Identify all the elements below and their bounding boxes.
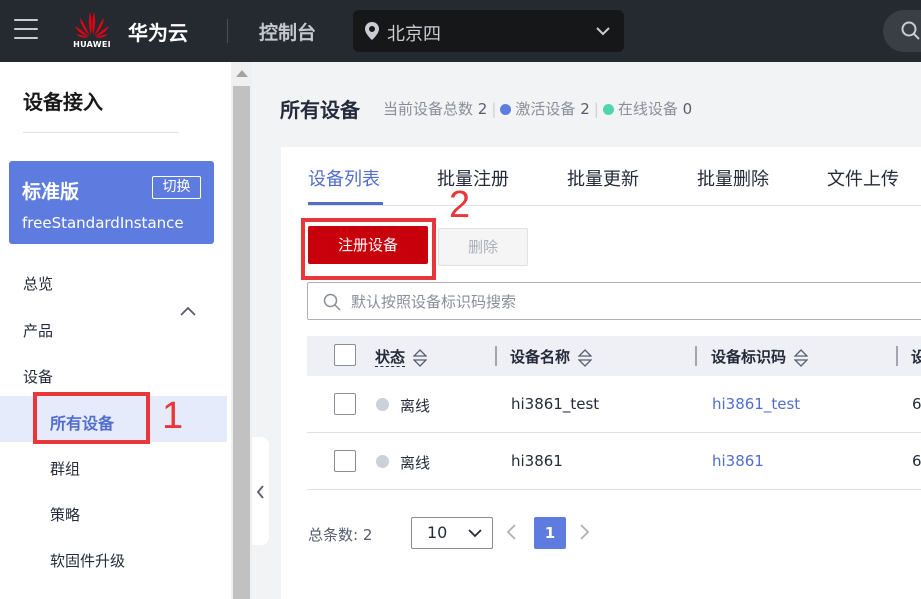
row-checkbox[interactable] [334,450,356,472]
column-device-identifier[interactable]: 设备标识码 [711,346,809,367]
chevron-down-icon [468,529,482,538]
device-stats: 当前设备总数 2 | 激活设备 2 | 在线设备 0 [383,100,693,118]
row-checkbox[interactable] [334,393,356,415]
offline-status-dot-icon [376,398,389,411]
device-partial-cell: 6 [912,452,921,470]
callout-box-all-devices [33,392,150,444]
sidebar-item-firmware-upgrade[interactable]: 软固件升级 [50,550,125,571]
sidebar-item-products[interactable]: 产品 [23,320,53,341]
device-search-box [307,282,921,320]
region-label: 北京四 [387,24,441,45]
sidebar-divider [23,132,179,133]
table-header: 状态 设备名称 设备标识码 设 [307,336,921,376]
chevron-down-icon [596,27,610,36]
device-name: hi3861 [511,452,563,470]
device-identifier-link[interactable]: hi3861 [712,452,764,470]
tab-batch-update[interactable]: 批量更新 [567,165,639,191]
online-dot-icon [602,104,614,115]
device-search-input[interactable] [351,291,911,313]
pagination-total: 总条数: 2 [308,524,372,545]
location-pin-icon [365,22,379,40]
tab-file-upload[interactable]: 文件上传 [827,165,899,191]
brand-name[interactable]: 华为云 [128,17,188,46]
instance-id: freeStandardInstance [22,214,184,232]
column-separator [495,346,497,366]
sidebar-scrollbar[interactable] [231,62,252,599]
device-status: 离线 [400,454,431,472]
instance-card: 标准版 切换 freeStandardInstance [9,161,214,244]
huawei-logo[interactable]: HUAWEI [72,9,112,51]
sidebar-item-devices[interactable]: 设备 [23,366,53,387]
page-size-select[interactable]: 10 [411,517,493,549]
tab-batch-register[interactable]: 批量注册 [437,165,509,191]
instance-edition: 标准版 [22,181,80,203]
device-name: hi3861_test [511,395,600,413]
previous-page-icon[interactable] [505,523,517,541]
stat-active-label: 激活设备 [515,100,576,118]
sidebar-item-overview[interactable]: 总览 [23,273,53,294]
sort-icon[interactable] [794,348,809,367]
chevron-left-icon [256,485,264,499]
sort-icon[interactable] [413,348,428,367]
sort-icon[interactable] [578,348,593,367]
device-identifier-link[interactable]: hi3861_test [712,395,800,413]
callout-number-1: 1 [162,395,184,437]
huawei-logo-text: HUAWEI [73,40,111,49]
search-icon [323,293,341,311]
sidebar-collapse-handle[interactable] [252,437,269,545]
region-selector[interactable]: 北京四 [353,10,624,52]
scrollbar-thumb[interactable] [233,86,250,599]
stat-online-value: 0 [682,100,693,118]
select-all-checkbox[interactable] [334,344,356,366]
sidebar-item-policies[interactable]: 策略 [50,504,80,525]
delete-button[interactable]: 删除 [438,228,528,266]
table-row[interactable]: 离线 hi3861_test hi3861_test 6 [307,376,921,433]
tab-batch-delete[interactable]: 批量删除 [697,165,769,191]
pagination-total-value: 2 [362,526,373,544]
callout-box-register-device [301,218,436,280]
stat-online-label: 在线设备 [617,100,678,118]
top-bar: HUAWEI 华为云 控制台 北京四 [0,0,921,62]
offline-status-dot-icon [376,455,389,468]
active-dot-icon [500,104,512,115]
search-icon [901,21,920,40]
page-number-button[interactable]: 1 [534,517,566,549]
page-size-value: 10 [427,523,448,542]
column-partial[interactable]: 设 [911,346,921,367]
sidebar-item-groups[interactable]: 群组 [50,458,80,479]
device-status: 离线 [400,397,431,415]
active-tab-indicator [308,202,383,205]
sidebar-title: 设备接入 [23,90,103,114]
column-separator [896,346,898,366]
table-row[interactable]: 离线 hi3861 hi3861 6 [307,433,921,490]
column-separator [695,346,697,366]
huawei-petals-icon [75,12,109,38]
callout-number-2: 2 [449,184,471,226]
topbar-divider [227,19,228,43]
column-status[interactable]: 状态 [375,346,428,367]
stat-total-value: 2 [477,100,488,118]
console-title[interactable]: 控制台 [259,18,316,45]
scroll-up-arrow-icon[interactable] [236,70,248,77]
stat-active-value: 2 [580,100,590,118]
tab-device-list[interactable]: 设备列表 [308,165,380,191]
sidebar: 设备接入 标准版 切换 freeStandardInstance 总览 产品 设… [0,62,231,599]
instance-switch-button[interactable]: 切换 [152,176,201,199]
stat-total-label: 当前设备总数 [383,100,474,118]
column-device-name[interactable]: 设备名称 [510,346,593,367]
tab-bar-baseline [308,205,921,206]
hamburger-menu-icon[interactable] [14,19,38,41]
global-search-button[interactable] [883,10,921,52]
next-page-icon[interactable] [579,523,591,541]
device-partial-cell: 6 [912,395,921,413]
page-title: 所有设备 [280,98,360,122]
chevron-up-icon[interactable] [180,306,196,316]
pagination-total-label: 总条数: [308,526,359,544]
